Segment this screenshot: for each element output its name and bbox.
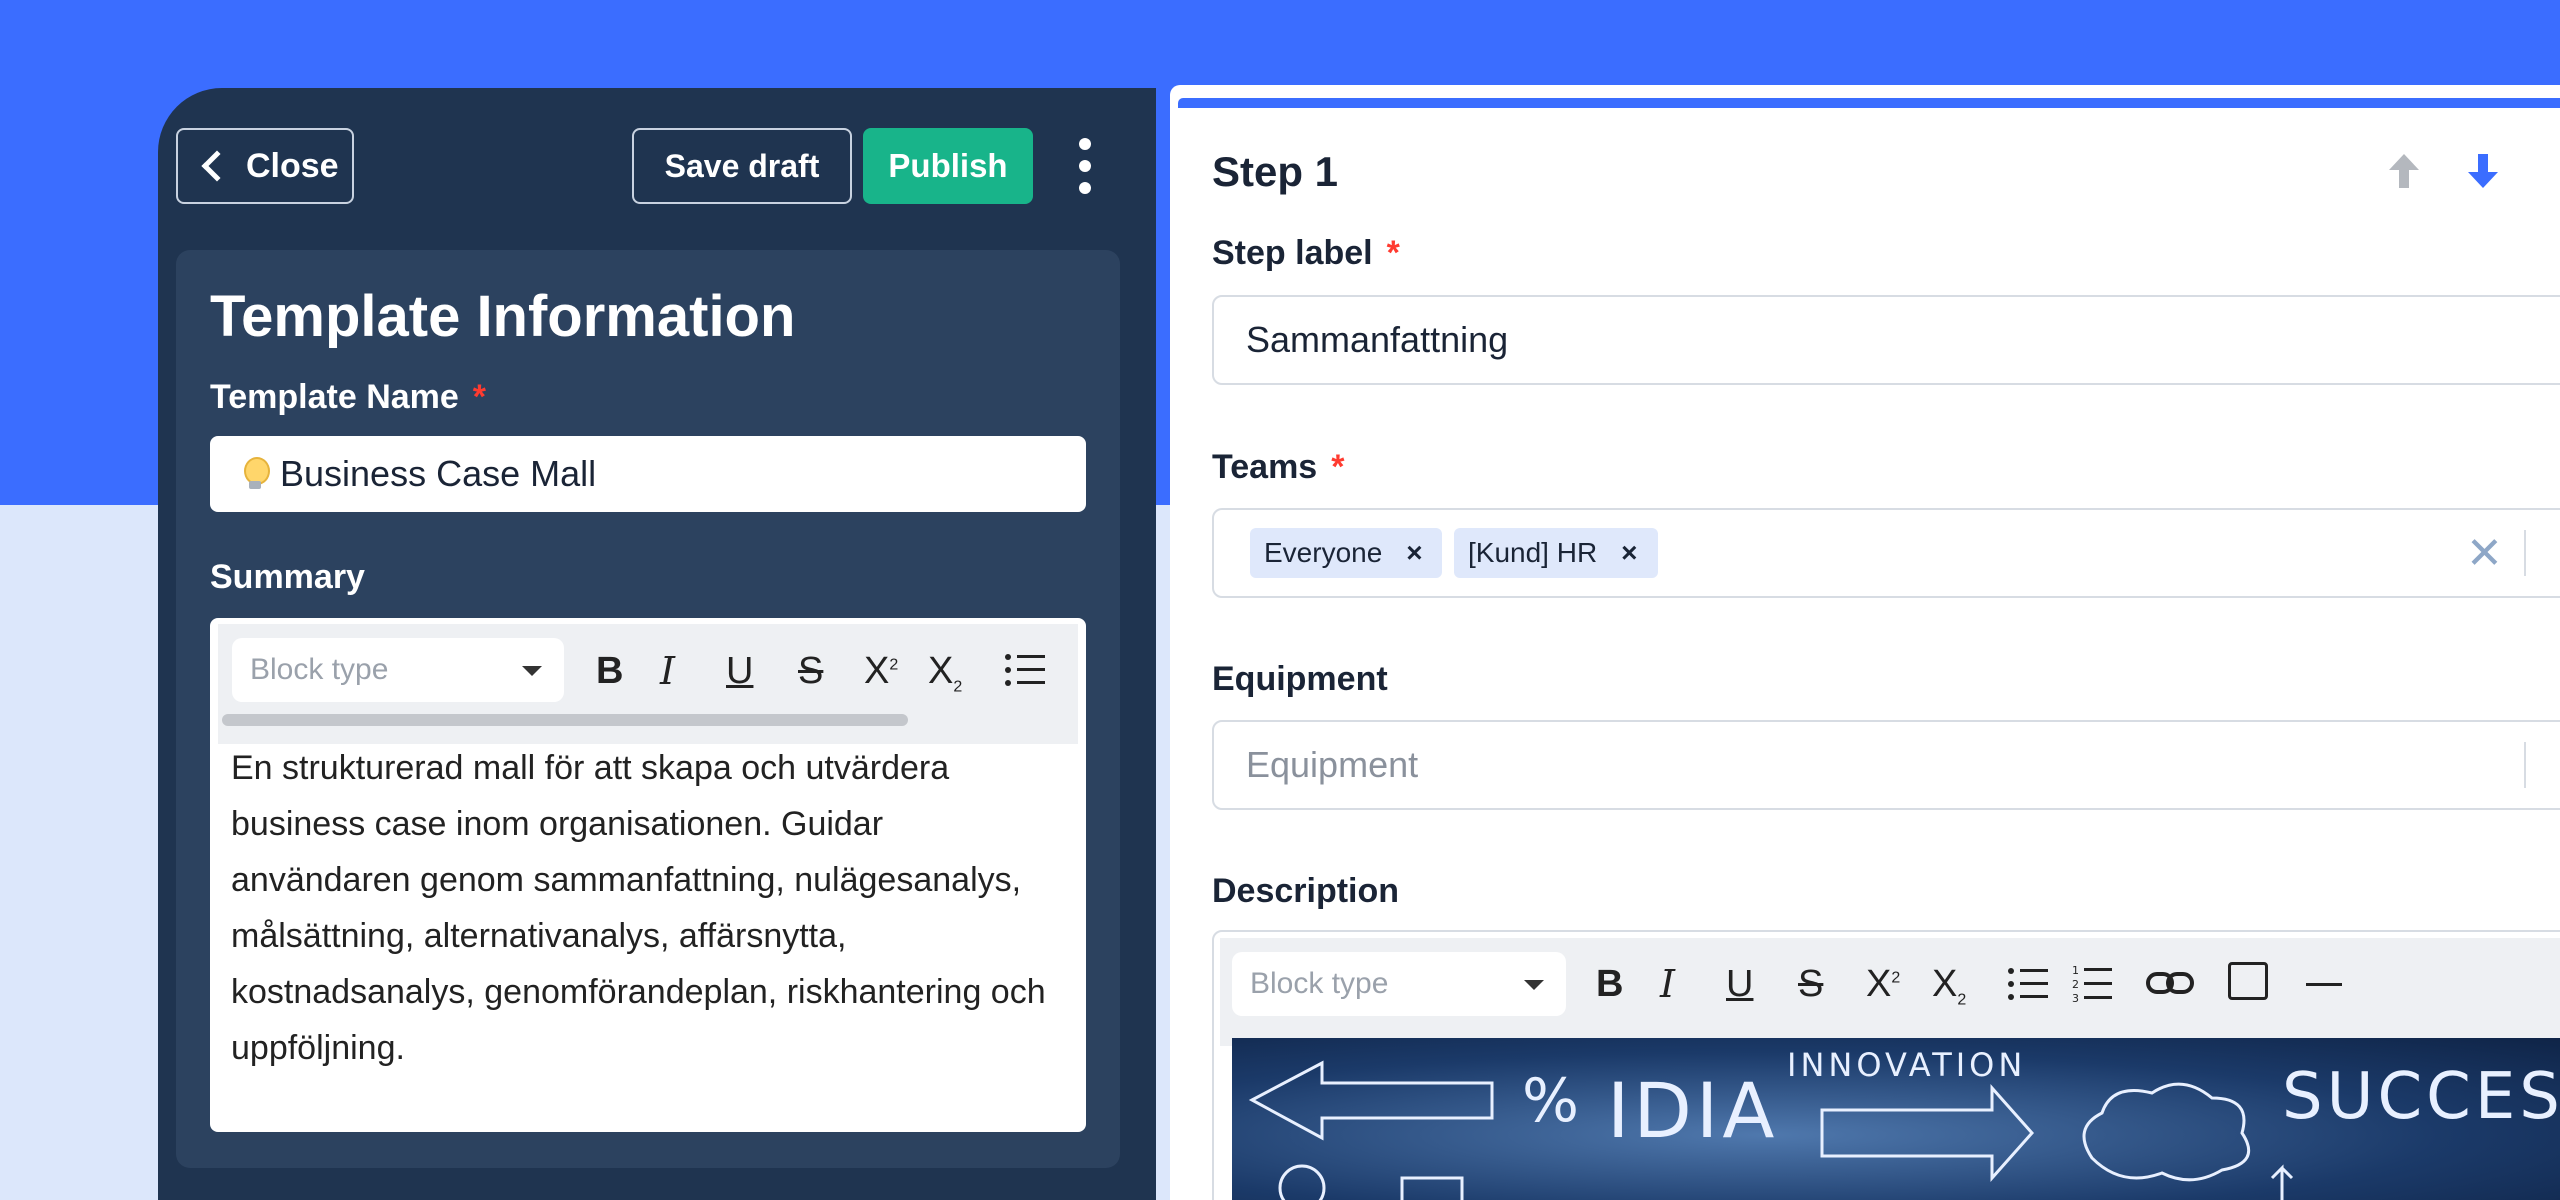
strikethrough-button[interactable]: S (1798, 965, 1823, 1003)
svg-text:2: 2 (2072, 978, 2079, 991)
description-block-type-select[interactable]: Block type (1232, 952, 1566, 1016)
link-icon[interactable] (2146, 968, 2194, 998)
chevron-down-icon (1524, 980, 1544, 990)
required-mark: * (472, 378, 487, 416)
step-accent-bar (1178, 98, 2560, 108)
close-button-label: Close (246, 146, 339, 185)
close-button[interactable]: Close (176, 128, 354, 204)
horizontal-rule-icon[interactable] (2306, 983, 2342, 986)
hero-innovation-text: INNOVATION (1787, 1046, 2027, 1084)
image-icon[interactable] (2228, 962, 2268, 1000)
bold-button[interactable]: B (1596, 965, 1623, 1003)
description-label: Description (1212, 872, 1400, 910)
underline-button[interactable]: U (1726, 965, 1753, 1003)
template-name-input[interactable]: Business Case Mall (210, 436, 1086, 512)
chevron-left-icon (201, 150, 233, 182)
summary-text[interactable]: En strukturerad mall för att skapa och u… (231, 740, 1071, 1076)
lightbulb-icon (244, 457, 270, 491)
equipment-label: Equipment (1212, 660, 1388, 698)
step-label-input[interactable]: Sammanfattning (1212, 295, 2560, 385)
template-name-value: Business Case Mall (280, 453, 597, 494)
bold-button[interactable]: B (596, 652, 623, 690)
svg-text:1: 1 (2072, 964, 2079, 977)
italic-button[interactable]: I (660, 652, 675, 690)
arrow-down-icon[interactable] (2466, 152, 2500, 190)
required-mark: * (1331, 448, 1345, 486)
required-mark: * (1386, 234, 1400, 272)
clear-icon[interactable]: ✕ (2466, 532, 2503, 576)
strikethrough-button[interactable]: S (798, 652, 823, 690)
bullet-list-icon[interactable] (2008, 966, 2048, 1002)
step-label-label: Step label * (1212, 234, 1400, 272)
teams-label: Teams * (1212, 448, 1345, 486)
bullet-list-icon[interactable] (1005, 652, 1045, 688)
template-info-title: Template Information (210, 284, 796, 349)
superscript-button[interactable]: X2 (1866, 965, 1900, 1003)
underline-button[interactable]: U (726, 652, 753, 690)
subscript-button[interactable]: X2 (1932, 965, 1966, 1009)
template-name-label: Template Name * (210, 378, 487, 416)
hero-success-text: SUCCESS (2282, 1060, 2560, 1134)
hero-percent-text: % (1522, 1066, 1584, 1136)
subscript-button[interactable]: X2 (928, 652, 962, 696)
chip-remove-icon[interactable]: × (1406, 537, 1422, 569)
summary-label: Summary (210, 558, 365, 596)
team-chip: Everyone × (1250, 528, 1442, 578)
summary-block-type-select[interactable]: Block type (232, 638, 564, 702)
superscript-button[interactable]: X2 (864, 652, 898, 690)
select-separator (2524, 742, 2526, 788)
kebab-menu-icon[interactable] (1070, 138, 1100, 194)
team-chip: [Kund] HR × (1454, 528, 1658, 578)
step-title: Step 1 (1212, 148, 1339, 195)
publish-button[interactable]: Publish (863, 128, 1033, 204)
save-draft-button[interactable]: Save draft (632, 128, 852, 204)
numbered-list-icon[interactable]: 1 2 3 (2072, 962, 2114, 1004)
svg-text:3: 3 (2072, 992, 2079, 1004)
italic-button[interactable]: I (1660, 965, 1675, 1003)
arrow-up-icon[interactable] (2387, 152, 2421, 190)
chip-remove-icon[interactable]: × (1621, 537, 1637, 569)
toolbar-scrollbar[interactable] (222, 714, 908, 726)
chevron-down-icon (522, 666, 542, 676)
description-image: % IDIA INNOVATION SUCCESS (1232, 1038, 2560, 1200)
equipment-select[interactable]: Equipment (1212, 720, 2560, 810)
select-separator (2524, 530, 2526, 576)
hero-idia-text: IDIA (1607, 1066, 1779, 1155)
